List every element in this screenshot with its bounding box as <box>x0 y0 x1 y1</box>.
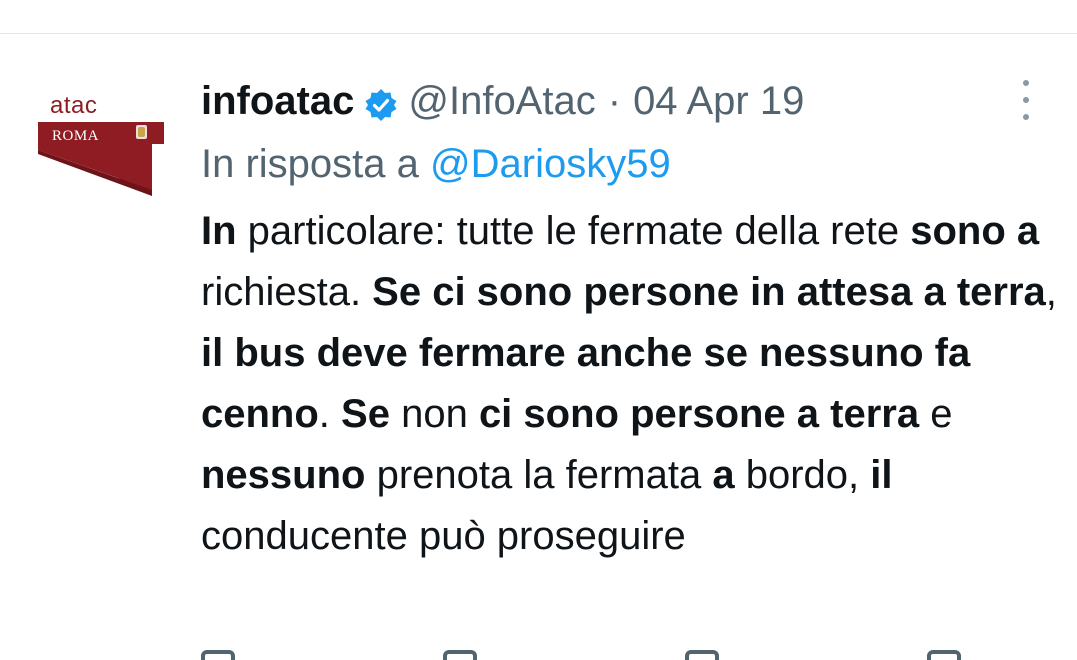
user-handle[interactable]: @InfoAtac <box>408 76 595 126</box>
tweet-text-segment: bordo, <box>734 453 871 497</box>
reply-prefix: In risposta a <box>201 142 419 186</box>
avatar[interactable]: atac ROMA <box>28 78 168 218</box>
tweet-text-segment: Se ci sono persone in attesa a terra <box>372 270 1046 314</box>
tweet-text-segment: prenota la fermata <box>365 453 713 497</box>
tweet-text-segment: conducente può proseguire <box>201 514 686 558</box>
more-vertical-icon[interactable] <box>1013 78 1039 122</box>
tweet-text-segment: sono a <box>910 209 1040 253</box>
tweet-text-segment: ci sono persone a terra <box>478 392 920 436</box>
reply-icon[interactable] <box>201 650 235 660</box>
share-icon[interactable] <box>927 650 961 660</box>
tweet-text-segment: e <box>919 392 953 436</box>
display-name[interactable]: infoatac <box>201 76 354 126</box>
tweet-text-segment: a <box>712 453 735 497</box>
tweet-text-segment: non <box>389 392 479 436</box>
tweet-text-segment: In <box>201 209 237 253</box>
verified-badge-icon <box>364 84 398 121</box>
tweet-action-bar <box>201 650 961 660</box>
reply-context: In risposta a @Dariosky59 <box>201 139 671 189</box>
tweet-text-segment: il <box>870 453 893 497</box>
atac-logo-graphic <box>38 122 164 196</box>
tweet-text-segment: richiesta. <box>201 270 373 314</box>
tweet-text: In particolare: tutte le fermate della r… <box>201 201 1061 567</box>
tweet-text-segment: Se <box>341 392 390 436</box>
tweet-header: infoatac @InfoAtac · 04 Apr 19 <box>201 76 804 126</box>
tweet-date[interactable]: 04 Apr 19 <box>633 76 804 126</box>
avatar-city-text: ROMA <box>52 128 100 144</box>
like-icon[interactable] <box>685 650 719 660</box>
reply-to-handle[interactable]: @Dariosky59 <box>430 142 671 186</box>
tweet-text-segment: particolare: tutte le fermate della rete <box>236 209 911 253</box>
tweet-text-segment: , <box>1045 270 1057 314</box>
tweet-text-segment: . <box>318 392 342 436</box>
retweet-icon[interactable] <box>443 650 477 660</box>
header-separator: · <box>607 79 622 123</box>
top-divider <box>0 33 1077 34</box>
tweet-text-segment: nessuno <box>201 453 366 497</box>
avatar-brand-text: atac <box>50 92 98 119</box>
